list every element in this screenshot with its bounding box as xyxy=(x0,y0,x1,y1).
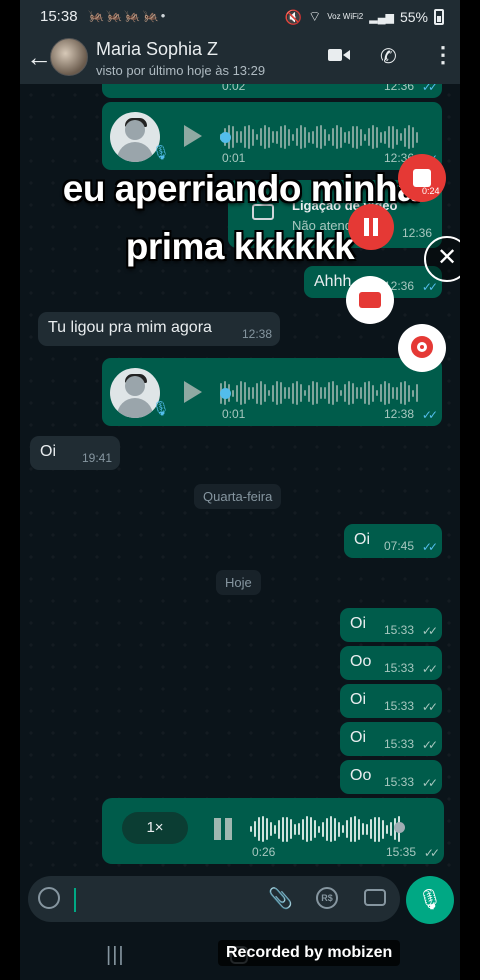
message-bubble[interactable]: Oo 15:33 ✓✓ xyxy=(340,646,442,680)
message-text: Oo xyxy=(350,653,372,670)
play-icon[interactable] xyxy=(184,125,202,147)
screenshot-button[interactable] xyxy=(346,276,394,324)
delivered-ticks-icon: ✓✓ xyxy=(421,738,438,752)
battery-icon xyxy=(434,9,444,25)
video-call-icon[interactable] xyxy=(328,48,350,62)
record-elapsed: 0:24 xyxy=(422,186,440,196)
message-text: Tu ligou pra mim agora xyxy=(48,319,212,336)
message-bubble[interactable]: Oi 07:45 ✓✓ xyxy=(344,524,442,558)
message-text: Ahhh xyxy=(314,273,352,290)
wifi-icon: ⌔ xyxy=(308,8,322,24)
read-ticks-icon: ✓✓ xyxy=(421,84,438,94)
payment-icon[interactable]: R$ xyxy=(316,887,338,909)
message-text: Oi xyxy=(350,729,366,746)
message-time: 19:41 xyxy=(81,451,112,465)
message-time: 15:33 xyxy=(383,699,414,713)
voice-duration: 0:01 xyxy=(222,151,246,165)
message-text: Oi xyxy=(40,443,56,460)
message-bubble[interactable]: Oi 19:41 xyxy=(30,436,120,470)
message-time: 15:33 xyxy=(383,661,414,675)
camera-icon[interactable] xyxy=(364,889,386,906)
signal-icon: ▂▄▆ xyxy=(369,11,394,24)
message-text: Oi xyxy=(354,531,370,548)
message-time: 15:35 xyxy=(385,845,416,859)
playback-speed-button[interactable]: 1× xyxy=(122,812,188,844)
date-divider: Quarta-feira xyxy=(194,484,282,509)
message-text: Oi xyxy=(350,615,366,632)
chat-header: ← Maria Sophia Z visto por último hoje à… xyxy=(20,34,460,84)
voice-message[interactable]: 🎙 0:01 12:36 ✓✓ xyxy=(102,102,442,170)
message-time: 12:38 xyxy=(383,407,414,421)
message-bubble[interactable]: Tu ligou pra mim agora 12:38 xyxy=(38,312,280,346)
status-time: 15:38 xyxy=(40,8,78,25)
status-right: 🔇 ⌔ Voz WiFi2 ▂▄▆ 55% xyxy=(285,8,444,26)
back-arrow-icon[interactable]: ← xyxy=(26,44,52,70)
caption-line-1: eu aperriando minha xyxy=(62,168,418,209)
message-time: 15:33 xyxy=(383,775,414,789)
message-time: 12:36 xyxy=(383,84,414,93)
recents-icon[interactable]: ||| xyxy=(106,944,125,967)
whatsapp-screen: 15:38 🦗🦗🦗🦗• 🔇 ⌔ Voz WiFi2 ▂▄▆ 55% ← Mari… xyxy=(20,0,460,980)
mic-icon: 🎙 xyxy=(152,144,170,160)
message-input[interactable]: 📎 R$ xyxy=(28,876,400,922)
delivered-ticks-icon: ✓✓ xyxy=(421,662,438,676)
message-text: Oi xyxy=(350,691,366,708)
delivered-ticks-icon: ✓✓ xyxy=(423,846,440,860)
waveform[interactable] xyxy=(220,378,418,408)
mic-button[interactable]: 🎙 xyxy=(406,876,454,924)
seek-handle[interactable] xyxy=(220,388,231,399)
message-bubble[interactable]: Oo 15:33 ✓✓ xyxy=(340,760,442,794)
text-cursor xyxy=(74,888,76,912)
message-time: 15:33 xyxy=(383,737,414,751)
last-seen: visto por último hoje às 13:29 xyxy=(96,63,266,78)
read-ticks-icon: ✓✓ xyxy=(421,280,438,294)
mic-icon: 🎙 xyxy=(152,400,170,416)
voice-duration: 0:01 xyxy=(222,407,246,421)
voice-recording-preview: 1× 0:26 15:35 ✓✓ xyxy=(102,798,444,864)
attach-icon[interactable]: 📎 xyxy=(268,886,293,911)
message-bubble[interactable]: Oi 15:33 ✓✓ xyxy=(340,608,442,642)
status-bar: 15:38 🦗🦗🦗🦗• 🔇 ⌔ Voz WiFi2 ▂▄▆ 55% xyxy=(20,0,460,34)
voice-message-partial[interactable]: 0:02 12:36 ✓✓ xyxy=(102,84,442,98)
message-bubble[interactable]: Oi 15:33 ✓✓ xyxy=(340,722,442,756)
mute-icon: 🔇 xyxy=(284,8,303,25)
delivered-ticks-icon: ✓✓ xyxy=(421,624,438,638)
message-text: Oo xyxy=(350,767,372,784)
read-ticks-icon: ✓✓ xyxy=(421,540,438,554)
voice-message[interactable]: 🎙 0:01 12:38 ✓✓ xyxy=(102,358,442,426)
recording-waveform[interactable] xyxy=(250,814,400,844)
seek-handle[interactable] xyxy=(394,822,405,833)
waveform[interactable] xyxy=(220,122,418,152)
battery-percent: 55% xyxy=(399,9,428,25)
delivered-ticks-icon: ✓✓ xyxy=(421,700,438,714)
left-black-border xyxy=(0,0,20,980)
contact-name[interactable]: Maria Sophia Z xyxy=(96,39,218,60)
contact-avatar[interactable] xyxy=(50,38,88,76)
message-time: 12:38 xyxy=(241,327,272,341)
volte-label: Voz WiFi2 xyxy=(327,12,364,21)
date-divider: Hoje xyxy=(216,570,261,595)
delivered-ticks-icon: ✓✓ xyxy=(421,776,438,790)
recording-duration: 0:26 xyxy=(252,845,276,859)
notification-icons: 🦗🦗🦗🦗• xyxy=(88,8,168,23)
read-ticks-icon: ✓✓ xyxy=(421,408,438,422)
caption-line-2: prima kkkkkk xyxy=(125,226,355,267)
message-time: 07:45 xyxy=(383,539,414,553)
right-black-border xyxy=(460,0,480,980)
voice-duration: 0:02 xyxy=(222,84,246,93)
recorder-watermark: Recorded by mobizen xyxy=(218,940,401,966)
pause-icon[interactable] xyxy=(212,818,234,840)
seek-handle[interactable] xyxy=(220,132,231,143)
message-bubble[interactable]: Oi 15:33 ✓✓ xyxy=(340,684,442,718)
record-pause-button[interactable] xyxy=(348,204,394,250)
voice-call-icon[interactable]: ✆ xyxy=(380,44,397,69)
more-options-icon[interactable]: ⋮ xyxy=(432,42,454,68)
face-cam-button[interactable] xyxy=(398,324,446,372)
play-icon[interactable] xyxy=(184,381,202,403)
message-time: 15:33 xyxy=(383,623,414,637)
emoji-icon[interactable] xyxy=(38,887,60,909)
